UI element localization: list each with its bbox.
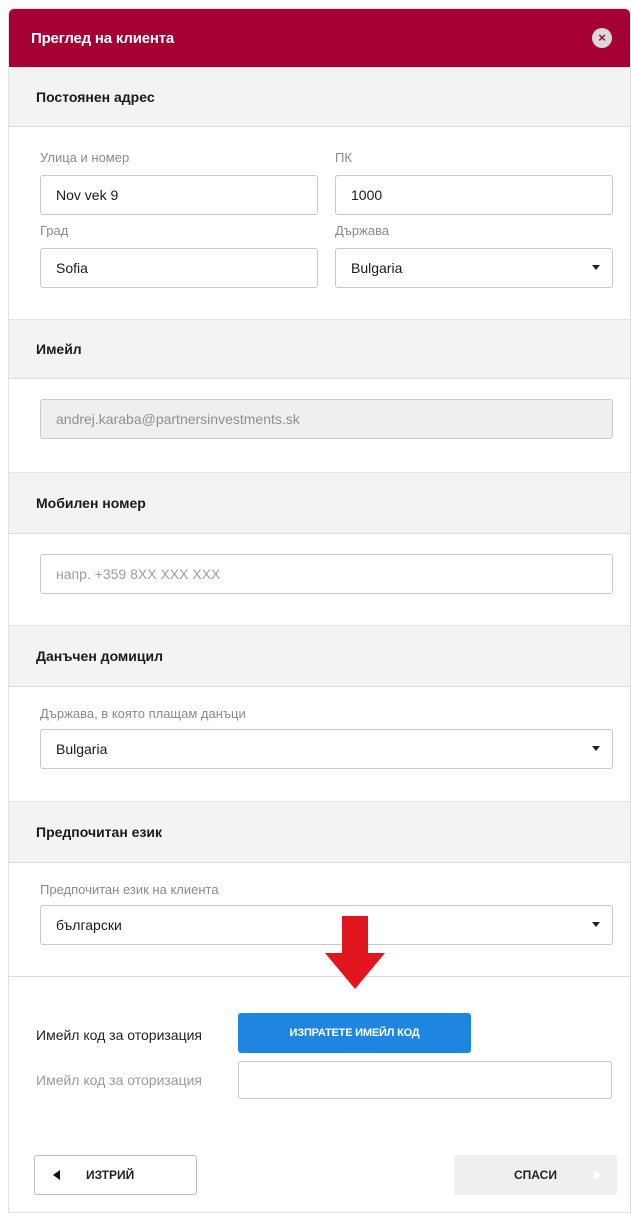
modal-title: Преглед на клиента: [31, 29, 175, 47]
delete-button[interactable]: ИЗТРИЙ: [34, 1155, 197, 1195]
language-label: Предпочитан език на клиента: [40, 882, 219, 897]
postcode-input[interactable]: 1000: [335, 175, 613, 215]
street-label: Улица и номер: [40, 150, 130, 165]
auth-label: Имейл код за оторизация: [36, 1027, 203, 1043]
client-review-modal: Преглед на клиента × Постоянен адрес Ули…: [8, 8, 631, 1213]
postcode-label: ПК: [335, 150, 352, 165]
save-button-label: СПАСИ: [514, 1168, 557, 1182]
send-email-code-button[interactable]: ИЗПРАТЕТЕ ИМЕЙЛ КОД: [238, 1013, 471, 1053]
chevron-right-icon: [594, 1170, 601, 1180]
country-select[interactable]: Bulgaria: [335, 248, 613, 288]
chevron-down-icon: [592, 922, 600, 927]
language-value: български: [56, 917, 122, 933]
tax-country-value: Bulgaria: [56, 741, 108, 757]
city-input[interactable]: Sofia: [40, 248, 318, 288]
chevron-down-icon: [592, 746, 600, 751]
section-tax-heading: Данъчен домицил: [9, 625, 630, 687]
close-icon[interactable]: ×: [592, 28, 612, 48]
auth-code-label: Имейл код за оторизация: [36, 1072, 203, 1088]
annotation-arrow-icon: [325, 953, 385, 989]
delete-button-label: ИЗТРИЙ: [86, 1168, 135, 1182]
street-input[interactable]: Nov vek 9: [40, 175, 318, 215]
section-address-heading: Постоянен адрес: [9, 67, 630, 127]
section-language-heading: Предпочитан език: [9, 801, 630, 863]
section-divider: [9, 976, 630, 977]
language-select[interactable]: български: [40, 905, 613, 945]
country-select-value: Bulgaria: [351, 260, 403, 276]
tax-country-select[interactable]: Bulgaria: [40, 729, 613, 769]
email-field: andrej.karaba@partnersinvestments.sk: [40, 399, 613, 439]
chevron-left-icon: [53, 1170, 60, 1180]
save-button[interactable]: СПАСИ: [454, 1155, 617, 1195]
section-email-heading: Имейл: [9, 319, 630, 379]
mobile-input[interactable]: напр. +359 8XX XXX XXX: [40, 554, 613, 594]
section-mobile-heading: Мобилен номер: [9, 472, 630, 534]
city-label: Град: [40, 223, 69, 238]
annotation-arrow-shaft: [342, 916, 368, 954]
chevron-down-icon: [592, 265, 600, 270]
tax-country-label: Държава, в която плащам данъци: [40, 706, 246, 721]
modal-header: Преглед на клиента ×: [9, 9, 630, 67]
auth-code-input[interactable]: [238, 1061, 612, 1099]
country-label: Държава: [335, 223, 390, 238]
